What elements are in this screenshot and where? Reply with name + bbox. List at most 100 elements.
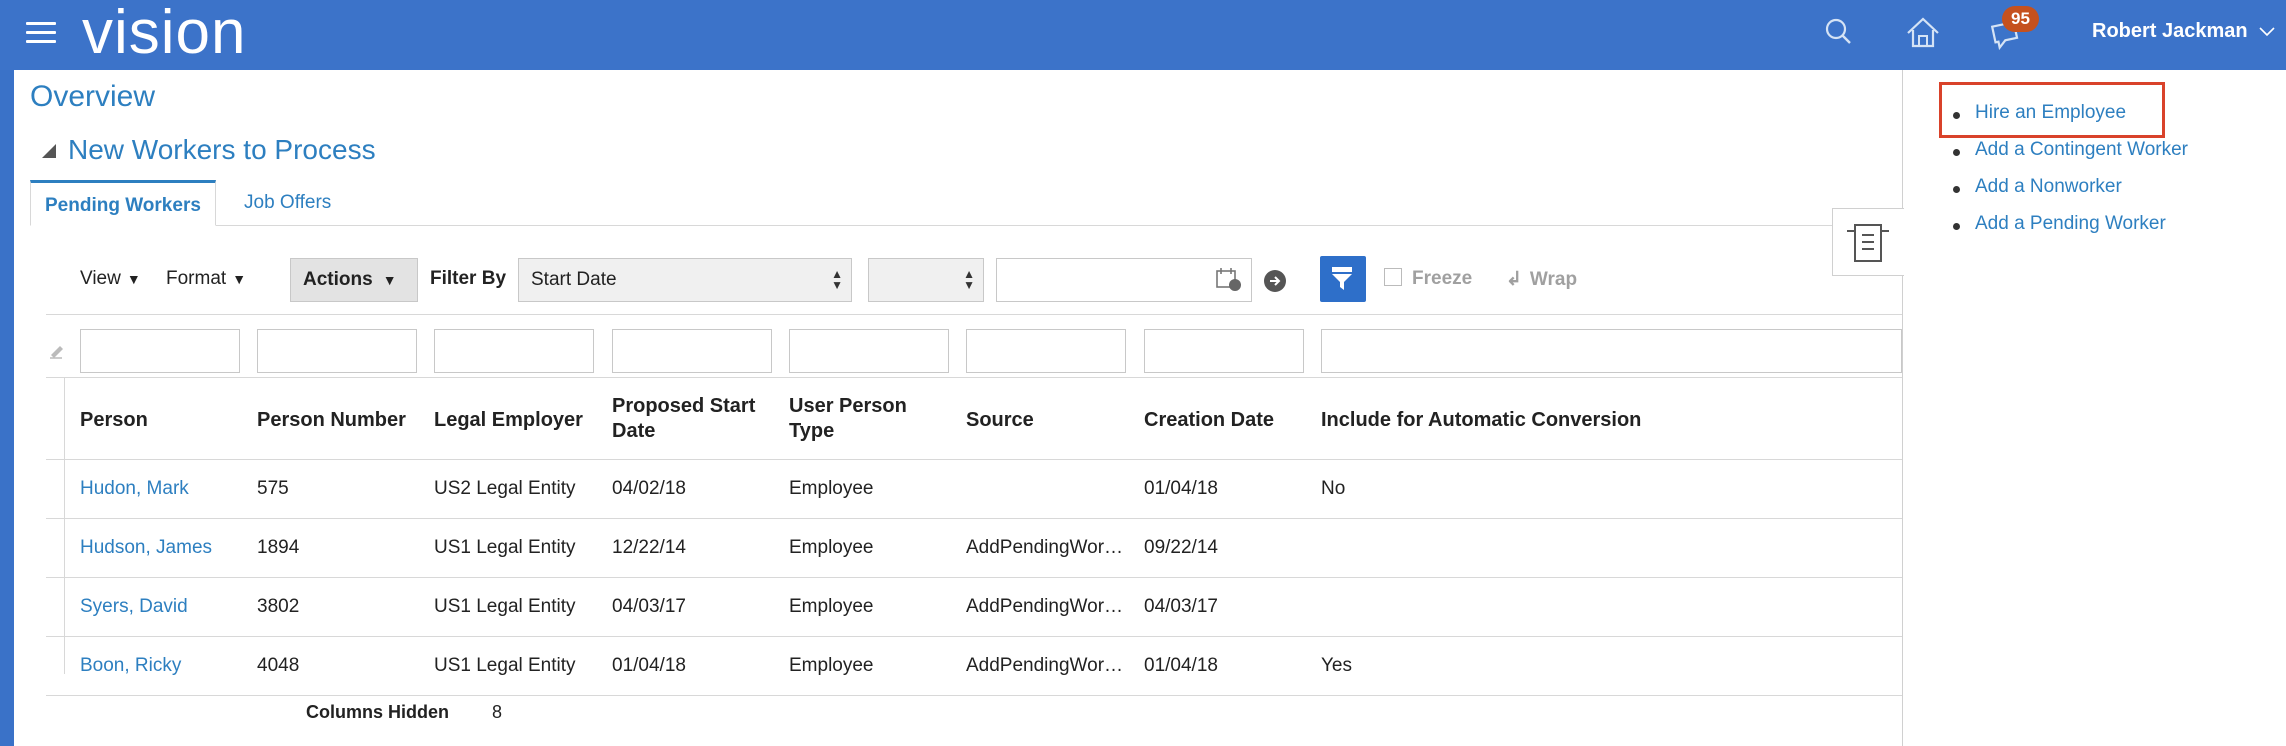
filter-date-input[interactable] bbox=[996, 258, 1252, 302]
collapse-triangle-icon[interactable] bbox=[42, 144, 56, 158]
view-label: View bbox=[80, 268, 121, 289]
page-title: Overview bbox=[30, 80, 156, 113]
person-number-cell: 3802 bbox=[257, 596, 300, 617]
person-link[interactable]: Hudon, Mark bbox=[80, 478, 189, 500]
chevron-down-icon bbox=[2259, 27, 2275, 37]
wrap-button[interactable]: ↲ Wrap bbox=[1506, 268, 1577, 291]
filter-include-conversion[interactable] bbox=[1321, 329, 1902, 373]
home-icon[interactable] bbox=[1902, 12, 1944, 54]
person-type-cell: Employee bbox=[789, 655, 874, 676]
user-name: Robert Jackman bbox=[2092, 20, 2248, 42]
filter-legal-employer[interactable] bbox=[434, 329, 594, 373]
query-by-example-button[interactable] bbox=[1320, 256, 1366, 302]
tab-job-offers[interactable]: Job Offers bbox=[230, 180, 345, 226]
notification-badge[interactable]: 95 bbox=[2002, 6, 2039, 32]
column-header[interactable]: Proposed Start Date bbox=[612, 394, 772, 444]
filter-by-label: Filter By bbox=[430, 268, 507, 289]
columns-hidden-count: 8 bbox=[492, 702, 503, 722]
filter-source[interactable] bbox=[966, 329, 1126, 373]
column-header[interactable]: Person Number bbox=[257, 408, 406, 433]
tasks-list-icon bbox=[1847, 224, 1889, 262]
format-label: Format bbox=[166, 268, 227, 289]
operator-select[interactable]: ▲ ▼ bbox=[868, 258, 984, 302]
filter-start-date[interactable] bbox=[612, 329, 772, 373]
tab-pending-workers[interactable]: Pending Workers bbox=[30, 180, 216, 226]
worker-tabs: Pending Workers Job Offers bbox=[30, 180, 1902, 226]
tasks-panel: Hire an Employee Add a Contingent Worker… bbox=[1902, 70, 2286, 746]
task-hire-employee[interactable]: Hire an Employee bbox=[1975, 102, 2126, 124]
creation-date-cell: 09/22/14 bbox=[1144, 537, 1218, 558]
table-row[interactable]: Syers, David 3802 US1 Legal Entity 04/03… bbox=[46, 578, 1902, 637]
updown-arrows-icon: ▲ ▼ bbox=[831, 267, 843, 292]
go-arrow-icon[interactable] bbox=[1264, 270, 1286, 292]
filter-person[interactable] bbox=[80, 329, 240, 373]
actions-button[interactable]: Actions ▼ bbox=[290, 258, 418, 302]
legal-employer-cell: US1 Legal Entity bbox=[434, 537, 576, 558]
source-cell: AddPendingWor… bbox=[966, 596, 1124, 617]
table-row[interactable]: Hudson, James 1894 US1 Legal Entity 12/2… bbox=[46, 519, 1902, 578]
freeze-label: Freeze bbox=[1412, 268, 1473, 289]
section-title[interactable]: New Workers to Process bbox=[68, 134, 376, 166]
task-add-contingent-worker[interactable]: Add a Contingent Worker bbox=[1975, 139, 2188, 161]
clear-filter-icon[interactable] bbox=[48, 341, 66, 359]
person-number-cell: 575 bbox=[257, 478, 289, 499]
search-icon[interactable] bbox=[1818, 12, 1860, 54]
view-menu[interactable]: View ▼ bbox=[80, 268, 141, 290]
person-number-cell: 1894 bbox=[257, 537, 300, 558]
bullet bbox=[1953, 149, 1960, 156]
task-add-nonworker[interactable]: Add a Nonworker bbox=[1975, 176, 2122, 198]
pending-workers-table: Person Person Number Legal Employer Prop… bbox=[46, 314, 1902, 696]
filter-user-person-type[interactable] bbox=[789, 329, 949, 373]
column-header[interactable]: Creation Date bbox=[1144, 408, 1274, 433]
include-conversion-cell: Yes bbox=[1321, 655, 1352, 676]
column-header[interactable]: Include for Automatic Conversion bbox=[1321, 408, 1641, 433]
include-conversion-cell: No bbox=[1321, 478, 1346, 499]
start-date-cell: 04/03/17 bbox=[612, 596, 686, 617]
freeze-button[interactable]: Freeze bbox=[1384, 268, 1472, 290]
column-header[interactable]: Source bbox=[966, 408, 1034, 433]
filter-field-value: Start Date bbox=[531, 269, 617, 290]
caret-down-icon: ▼ bbox=[232, 271, 247, 287]
creation-date-cell: 04/03/17 bbox=[1144, 596, 1218, 617]
person-link[interactable]: Hudson, James bbox=[80, 537, 212, 559]
source-cell: AddPendingWor… bbox=[966, 655, 1124, 676]
hamburger-icon[interactable] bbox=[26, 22, 56, 46]
wrap-icon: ↲ bbox=[1506, 269, 1522, 290]
table-header-row: Person Person Number Legal Employer Prop… bbox=[46, 378, 1902, 460]
filter-field-select[interactable]: Start Date ▲ ▼ bbox=[518, 258, 852, 302]
person-type-cell: Employee bbox=[789, 537, 874, 558]
column-header[interactable]: Legal Employer bbox=[434, 408, 583, 433]
start-date-cell: 04/02/18 bbox=[612, 478, 686, 499]
user-menu[interactable]: Robert Jackman bbox=[2092, 20, 2275, 43]
creation-date-cell: 01/04/18 bbox=[1144, 655, 1218, 676]
column-header[interactable]: User Person Type bbox=[789, 394, 939, 444]
table-row[interactable]: Boon, Ricky 4048 US1 Legal Entity 01/04/… bbox=[46, 637, 1902, 696]
freeze-icon bbox=[1384, 268, 1402, 286]
caret-down-icon: ▼ bbox=[382, 272, 397, 288]
person-type-cell: Employee bbox=[789, 478, 874, 499]
app-logo[interactable]: vision bbox=[82, 0, 247, 66]
person-link[interactable]: Boon, Ricky bbox=[80, 655, 181, 677]
updown-arrows-icon: ▲ ▼ bbox=[963, 267, 975, 292]
bullet bbox=[1953, 112, 1960, 119]
bullet bbox=[1953, 186, 1960, 193]
creation-date-cell: 01/04/18 bbox=[1144, 478, 1218, 499]
start-date-cell: 12/22/14 bbox=[612, 537, 686, 558]
table-row[interactable]: Hudon, Mark 575 US2 Legal Entity 04/02/1… bbox=[46, 460, 1902, 519]
person-number-cell: 4048 bbox=[257, 655, 300, 676]
filter-person-number[interactable] bbox=[257, 329, 417, 373]
caret-down-icon: ▼ bbox=[126, 271, 141, 287]
format-menu[interactable]: Format ▼ bbox=[166, 268, 246, 290]
columns-hidden-label: Columns Hidden bbox=[306, 702, 449, 722]
calendar-icon[interactable] bbox=[1215, 267, 1243, 293]
filter-creation-date[interactable] bbox=[1144, 329, 1304, 373]
wrap-label: Wrap bbox=[1529, 269, 1578, 290]
tasks-panel-toggle[interactable] bbox=[1832, 208, 1904, 276]
column-header[interactable]: Person bbox=[80, 408, 148, 433]
table-toolbar: View ▼ Format ▼ Actions ▼ Filter By Start D… bbox=[30, 256, 1902, 306]
source-cell: AddPendingWor… bbox=[966, 537, 1124, 558]
start-date-cell: 01/04/18 bbox=[612, 655, 686, 676]
task-add-pending-worker[interactable]: Add a Pending Worker bbox=[1975, 213, 2166, 235]
person-link[interactable]: Syers, David bbox=[80, 596, 188, 618]
legal-employer-cell: US1 Legal Entity bbox=[434, 596, 576, 617]
